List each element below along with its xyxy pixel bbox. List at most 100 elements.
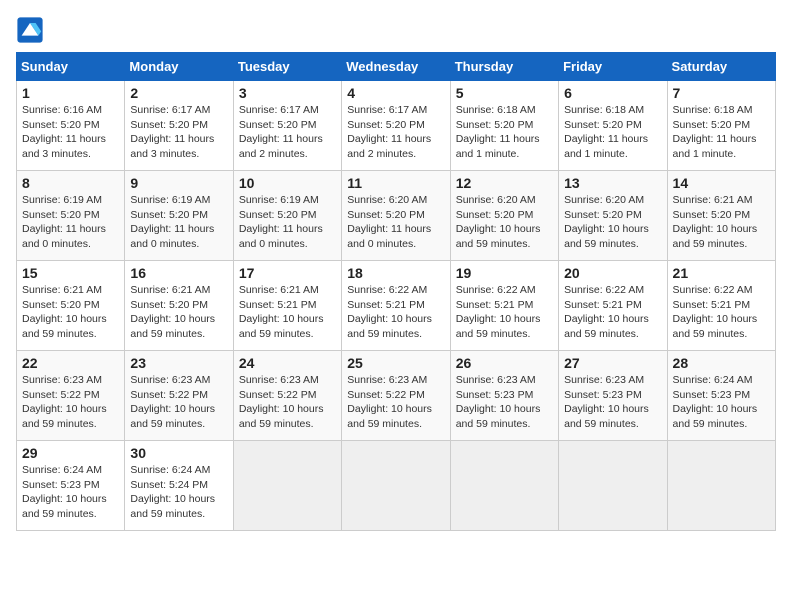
day-info: Sunrise: 6:24 AMSunset: 5:23 PMDaylight:… bbox=[22, 463, 119, 522]
day-info: Sunrise: 6:18 AMSunset: 5:20 PMDaylight:… bbox=[673, 103, 770, 162]
day-info: Sunrise: 6:21 AMSunset: 5:20 PMDaylight:… bbox=[22, 283, 119, 342]
calendar-cell: 25 Sunrise: 6:23 AMSunset: 5:22 PMDayligh… bbox=[342, 351, 450, 441]
page-header bbox=[16, 16, 776, 44]
day-info: Sunrise: 6:17 AMSunset: 5:20 PMDaylight:… bbox=[130, 103, 227, 162]
calendar-header: SundayMondayTuesdayWednesdayThursdayFrid… bbox=[17, 53, 776, 81]
calendar-cell: 22 Sunrise: 6:23 AMSunset: 5:22 PMDayligh… bbox=[17, 351, 125, 441]
day-info: Sunrise: 6:23 AMSunset: 5:22 PMDaylight:… bbox=[239, 373, 336, 432]
day-info: Sunrise: 6:17 AMSunset: 5:20 PMDaylight:… bbox=[239, 103, 336, 162]
calendar-cell: 17Sunrise: 6:21 AMSunset: 5:21 PMDayligh… bbox=[233, 261, 341, 351]
calendar-cell: 19 Sunrise: 6:22 AMSunset: 5:21 PMDayligh… bbox=[450, 261, 558, 351]
day-number: 2 bbox=[130, 85, 227, 101]
calendar-week-row: 22 Sunrise: 6:23 AMSunset: 5:22 PMDayligh… bbox=[17, 351, 776, 441]
day-number: 10 bbox=[239, 175, 336, 191]
day-number: 22 bbox=[22, 355, 119, 371]
calendar-cell: 1Sunrise: 6:16 AMSunset: 5:20 PMDaylight… bbox=[17, 81, 125, 171]
calendar-cell: 3 Sunrise: 6:17 AMSunset: 5:20 PMDaylight… bbox=[233, 81, 341, 171]
day-info: Sunrise: 6:19 AMSunset: 5:20 PMDaylight:… bbox=[130, 193, 227, 252]
calendar-header-row: SundayMondayTuesdayWednesdayThursdayFrid… bbox=[17, 53, 776, 81]
day-info: Sunrise: 6:24 AMSunset: 5:23 PMDaylight:… bbox=[673, 373, 770, 432]
day-info: Sunrise: 6:19 AMSunset: 5:20 PMDaylight:… bbox=[22, 193, 119, 252]
day-number: 3 bbox=[239, 85, 336, 101]
day-info: Sunrise: 6:22 AMSunset: 5:21 PMDaylight:… bbox=[673, 283, 770, 342]
logo-icon bbox=[16, 16, 44, 44]
day-info: Sunrise: 6:23 AMSunset: 5:22 PMDaylight:… bbox=[22, 373, 119, 432]
day-number: 7 bbox=[673, 85, 770, 101]
day-info: Sunrise: 6:18 AMSunset: 5:20 PMDaylight:… bbox=[456, 103, 553, 162]
day-info: Sunrise: 6:24 AMSunset: 5:24 PMDaylight:… bbox=[130, 463, 227, 522]
day-info: Sunrise: 6:20 AMSunset: 5:20 PMDaylight:… bbox=[347, 193, 444, 252]
calendar-cell: 10 Sunrise: 6:19 AMSunset: 5:20 PMDayligh… bbox=[233, 171, 341, 261]
day-info: Sunrise: 6:23 AMSunset: 5:23 PMDaylight:… bbox=[456, 373, 553, 432]
calendar-cell: 5 Sunrise: 6:18 AMSunset: 5:20 PMDaylight… bbox=[450, 81, 558, 171]
logo bbox=[16, 16, 48, 44]
calendar-cell: 12 Sunrise: 6:20 AMSunset: 5:20 PMDayligh… bbox=[450, 171, 558, 261]
calendar-cell: 14 Sunrise: 6:21 AMSunset: 5:20 PMDayligh… bbox=[667, 171, 775, 261]
day-number: 15 bbox=[22, 265, 119, 281]
calendar-cell: 4Sunrise: 6:17 AMSunset: 5:20 PMDaylight… bbox=[342, 81, 450, 171]
day-info: Sunrise: 6:20 AMSunset: 5:20 PMDaylight:… bbox=[564, 193, 661, 252]
calendar-cell: 29Sunrise: 6:24 AMSunset: 5:23 PMDayligh… bbox=[17, 441, 125, 531]
day-info: Sunrise: 6:20 AMSunset: 5:20 PMDaylight:… bbox=[456, 193, 553, 252]
calendar-week-row: 15 Sunrise: 6:21 AMSunset: 5:20 PMDayligh… bbox=[17, 261, 776, 351]
day-number: 16 bbox=[130, 265, 227, 281]
calendar-cell: 27 Sunrise: 6:23 AMSunset: 5:23 PMDayligh… bbox=[559, 351, 667, 441]
day-info: Sunrise: 6:22 AMSunset: 5:21 PMDaylight:… bbox=[347, 283, 444, 342]
day-number: 28 bbox=[673, 355, 770, 371]
day-number: 14 bbox=[673, 175, 770, 191]
day-number: 20 bbox=[564, 265, 661, 281]
calendar-week-row: 29Sunrise: 6:24 AMSunset: 5:23 PMDayligh… bbox=[17, 441, 776, 531]
day-info: Sunrise: 6:21 AMSunset: 5:21 PMDaylight:… bbox=[239, 283, 336, 342]
day-number: 25 bbox=[347, 355, 444, 371]
calendar-cell: 26 Sunrise: 6:23 AMSunset: 5:23 PMDayligh… bbox=[450, 351, 558, 441]
day-of-week-header: Saturday bbox=[667, 53, 775, 81]
day-number: 21 bbox=[673, 265, 770, 281]
day-info: Sunrise: 6:19 AMSunset: 5:20 PMDaylight:… bbox=[239, 193, 336, 252]
calendar-cell: 30 Sunrise: 6:24 AMSunset: 5:24 PMDayligh… bbox=[125, 441, 233, 531]
calendar-cell bbox=[450, 441, 558, 531]
day-info: Sunrise: 6:23 AMSunset: 5:22 PMDaylight:… bbox=[347, 373, 444, 432]
day-number: 5 bbox=[456, 85, 553, 101]
day-number: 12 bbox=[456, 175, 553, 191]
day-number: 23 bbox=[130, 355, 227, 371]
calendar-cell: 9 Sunrise: 6:19 AMSunset: 5:20 PMDaylight… bbox=[125, 171, 233, 261]
day-info: Sunrise: 6:21 AMSunset: 5:20 PMDaylight:… bbox=[130, 283, 227, 342]
day-of-week-header: Friday bbox=[559, 53, 667, 81]
calendar-cell bbox=[559, 441, 667, 531]
day-number: 27 bbox=[564, 355, 661, 371]
day-info: Sunrise: 6:17 AMSunset: 5:20 PMDaylight:… bbox=[347, 103, 444, 162]
day-number: 24 bbox=[239, 355, 336, 371]
day-of-week-header: Tuesday bbox=[233, 53, 341, 81]
calendar-cell: 20 Sunrise: 6:22 AMSunset: 5:21 PMDayligh… bbox=[559, 261, 667, 351]
day-number: 19 bbox=[456, 265, 553, 281]
day-info: Sunrise: 6:18 AMSunset: 5:20 PMDaylight:… bbox=[564, 103, 661, 162]
calendar-week-row: 8 Sunrise: 6:19 AMSunset: 5:20 PMDaylight… bbox=[17, 171, 776, 261]
calendar-cell: 11 Sunrise: 6:20 AMSunset: 5:20 PMDayligh… bbox=[342, 171, 450, 261]
calendar-cell: 23Sunrise: 6:23 AMSunset: 5:22 PMDayligh… bbox=[125, 351, 233, 441]
day-of-week-header: Wednesday bbox=[342, 53, 450, 81]
calendar-table: SundayMondayTuesdayWednesdayThursdayFrid… bbox=[16, 52, 776, 531]
day-of-week-header: Thursday bbox=[450, 53, 558, 81]
day-info: Sunrise: 6:21 AMSunset: 5:20 PMDaylight:… bbox=[673, 193, 770, 252]
day-info: Sunrise: 6:23 AMSunset: 5:23 PMDaylight:… bbox=[564, 373, 661, 432]
day-number: 8 bbox=[22, 175, 119, 191]
day-number: 6 bbox=[564, 85, 661, 101]
day-number: 26 bbox=[456, 355, 553, 371]
calendar-cell: 16 Sunrise: 6:21 AMSunset: 5:20 PMDayligh… bbox=[125, 261, 233, 351]
day-of-week-header: Sunday bbox=[17, 53, 125, 81]
day-number: 30 bbox=[130, 445, 227, 461]
calendar-cell: 15 Sunrise: 6:21 AMSunset: 5:20 PMDayligh… bbox=[17, 261, 125, 351]
calendar-cell bbox=[667, 441, 775, 531]
day-info: Sunrise: 6:22 AMSunset: 5:21 PMDaylight:… bbox=[564, 283, 661, 342]
calendar-cell: 18 Sunrise: 6:22 AMSunset: 5:21 PMDayligh… bbox=[342, 261, 450, 351]
day-number: 11 bbox=[347, 175, 444, 191]
calendar-cell: 13Sunrise: 6:20 AMSunset: 5:20 PMDayligh… bbox=[559, 171, 667, 261]
day-info: Sunrise: 6:16 AMSunset: 5:20 PMDaylight:… bbox=[22, 103, 119, 162]
calendar-week-row: 1Sunrise: 6:16 AMSunset: 5:20 PMDaylight… bbox=[17, 81, 776, 171]
calendar-cell: 21 Sunrise: 6:22 AMSunset: 5:21 PMDayligh… bbox=[667, 261, 775, 351]
day-number: 18 bbox=[347, 265, 444, 281]
day-number: 9 bbox=[130, 175, 227, 191]
calendar-cell: 24 Sunrise: 6:23 AMSunset: 5:22 PMDayligh… bbox=[233, 351, 341, 441]
day-info: Sunrise: 6:22 AMSunset: 5:21 PMDaylight:… bbox=[456, 283, 553, 342]
calendar-cell: 7 Sunrise: 6:18 AMSunset: 5:20 PMDaylight… bbox=[667, 81, 775, 171]
